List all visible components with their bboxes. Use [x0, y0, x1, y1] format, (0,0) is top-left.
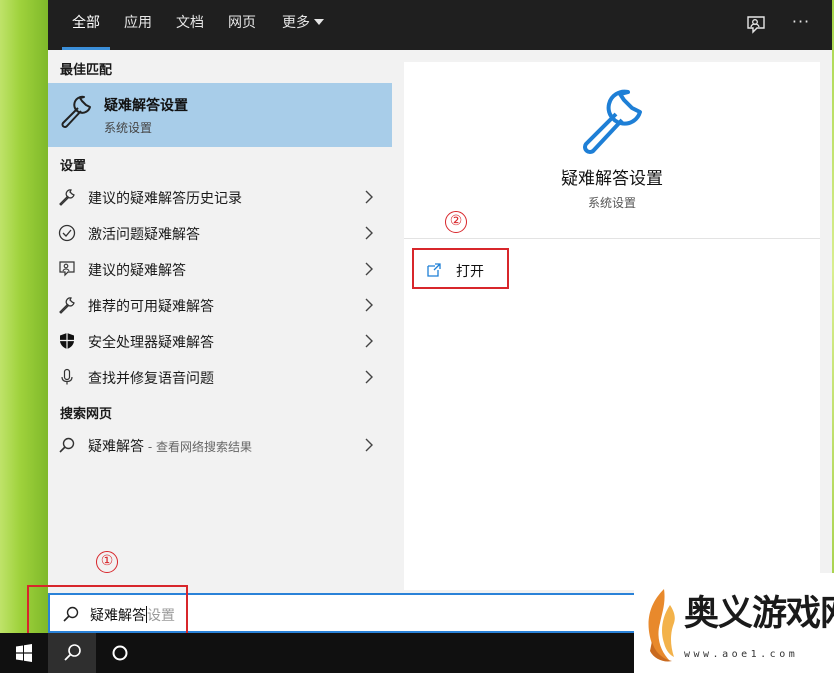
settings-item-security-processor[interactable]: 安全处理器疑难解答 — [48, 323, 392, 359]
search-window: 全部 应用 文档 网页 更多 ··· 最佳匹配 疑难解答设置 系统设置 设置 建… — [48, 0, 832, 632]
annotation-number-step2: ② — [445, 211, 467, 233]
more-options-button[interactable]: ··· — [786, 10, 816, 36]
chevron-right-icon — [365, 370, 373, 384]
chevron-right-icon — [365, 262, 373, 276]
chevron-right-icon — [365, 438, 373, 452]
best-match-subtitle: 系统设置 — [104, 121, 153, 135]
chevron-right-icon — [365, 226, 373, 240]
tab-more[interactable]: 更多 — [274, 0, 332, 50]
search-box[interactable]: 疑难解答设置 — [48, 593, 648, 633]
web-search-header: 搜索网页 — [60, 407, 113, 422]
microphone-icon — [61, 368, 73, 385]
open-button[interactable]: 打开 — [414, 252, 554, 288]
wrench-icon — [583, 89, 642, 154]
settings-item-history[interactable]: 建议的疑难解答历史记录 — [48, 179, 392, 215]
taskbar-search-button[interactable] — [48, 633, 96, 673]
wrench-icon — [61, 95, 91, 128]
chevron-down-icon — [314, 19, 324, 25]
settings-item-speech[interactable]: 查找并修复语音问题 — [48, 359, 392, 395]
flame-logo-icon — [648, 589, 675, 662]
cortana-circle-icon — [112, 645, 128, 661]
settings-item-label: 激活问题疑难解答 — [88, 227, 200, 243]
search-typed-text: 疑难解答 — [90, 608, 146, 624]
tab-documents[interactable]: 文档 — [170, 0, 210, 50]
shield-icon — [60, 333, 74, 349]
tab-web[interactable]: 网页 — [222, 0, 262, 50]
windows-logo-icon — [16, 644, 32, 662]
web-search-query: 疑难解答 — [88, 439, 144, 455]
chevron-right-icon — [365, 190, 373, 204]
start-button[interactable] — [4, 633, 44, 673]
search-topbar: 全部 应用 文档 网页 更多 ··· — [48, 0, 832, 50]
best-match-title: 疑难解答设置 — [104, 98, 188, 114]
settings-item-label: 查找并修复语音问题 — [88, 371, 214, 387]
settings-item-activation[interactable]: 激活问题疑难解答 — [48, 215, 392, 251]
check-circle-icon — [58, 224, 76, 242]
watermark-name: 奥义游戏网 — [684, 593, 834, 634]
results-pane: 最佳匹配 疑难解答设置 系统设置 设置 建议的疑难解答历史记录 激活问题疑难解答… — [48, 50, 404, 590]
settings-item-available[interactable]: 推荐的可用疑难解答 — [48, 287, 392, 323]
search-icon — [64, 644, 81, 661]
web-search-label: 疑难解答 - 查看网络搜索结果 — [88, 436, 252, 456]
wrench-icon — [59, 189, 75, 206]
settings-item-label: 推荐的可用疑难解答 — [88, 299, 214, 315]
best-match-header: 最佳匹配 — [60, 63, 113, 78]
preview-title: 疑难解答设置 — [561, 169, 663, 189]
search-icon — [59, 437, 75, 453]
open-external-icon — [427, 263, 441, 277]
tab-all[interactable]: 全部 — [62, 0, 110, 50]
settings-item-label: 建议的疑难解答历史记录 — [88, 191, 242, 207]
annotation-number-step1: ① — [96, 551, 118, 573]
chevron-right-icon — [365, 298, 373, 312]
cortana-button[interactable] — [96, 633, 144, 673]
wrench-icon — [59, 297, 75, 314]
search-autocomplete-hint: 设置 — [147, 608, 175, 624]
settings-header: 设置 — [60, 159, 87, 174]
preview-pane: 疑难解答设置 系统设置 打开 — [404, 62, 820, 590]
preview-divider — [404, 238, 820, 239]
settings-item-recommended[interactable]: 建议的疑难解答 — [48, 251, 392, 287]
tab-apps[interactable]: 应用 — [118, 0, 158, 50]
feedback-button[interactable] — [744, 13, 768, 37]
chevron-right-icon — [365, 334, 373, 348]
settings-item-label: 安全处理器疑难解答 — [88, 335, 214, 351]
preview-subtitle: 系统设置 — [587, 196, 636, 210]
settings-item-label: 建议的疑难解答 — [88, 263, 186, 279]
person-chat-icon — [59, 261, 75, 277]
search-icon — [63, 606, 79, 622]
feedback-icon — [747, 16, 765, 34]
tab-more-label: 更多 — [282, 15, 310, 31]
web-search-hint: - 查看网络搜索结果 — [144, 440, 252, 454]
search-input[interactable]: 疑难解答设置 — [90, 605, 175, 625]
watermark-url: www.aoe1.com — [684, 649, 799, 660]
site-watermark: 奥义游戏网 www.aoe1.com — [634, 573, 834, 673]
best-match-item[interactable]: 疑难解答设置 系统设置 — [48, 83, 392, 147]
web-search-item[interactable]: 疑难解答 - 查看网络搜索结果 — [48, 427, 392, 463]
open-label: 打开 — [456, 264, 484, 280]
